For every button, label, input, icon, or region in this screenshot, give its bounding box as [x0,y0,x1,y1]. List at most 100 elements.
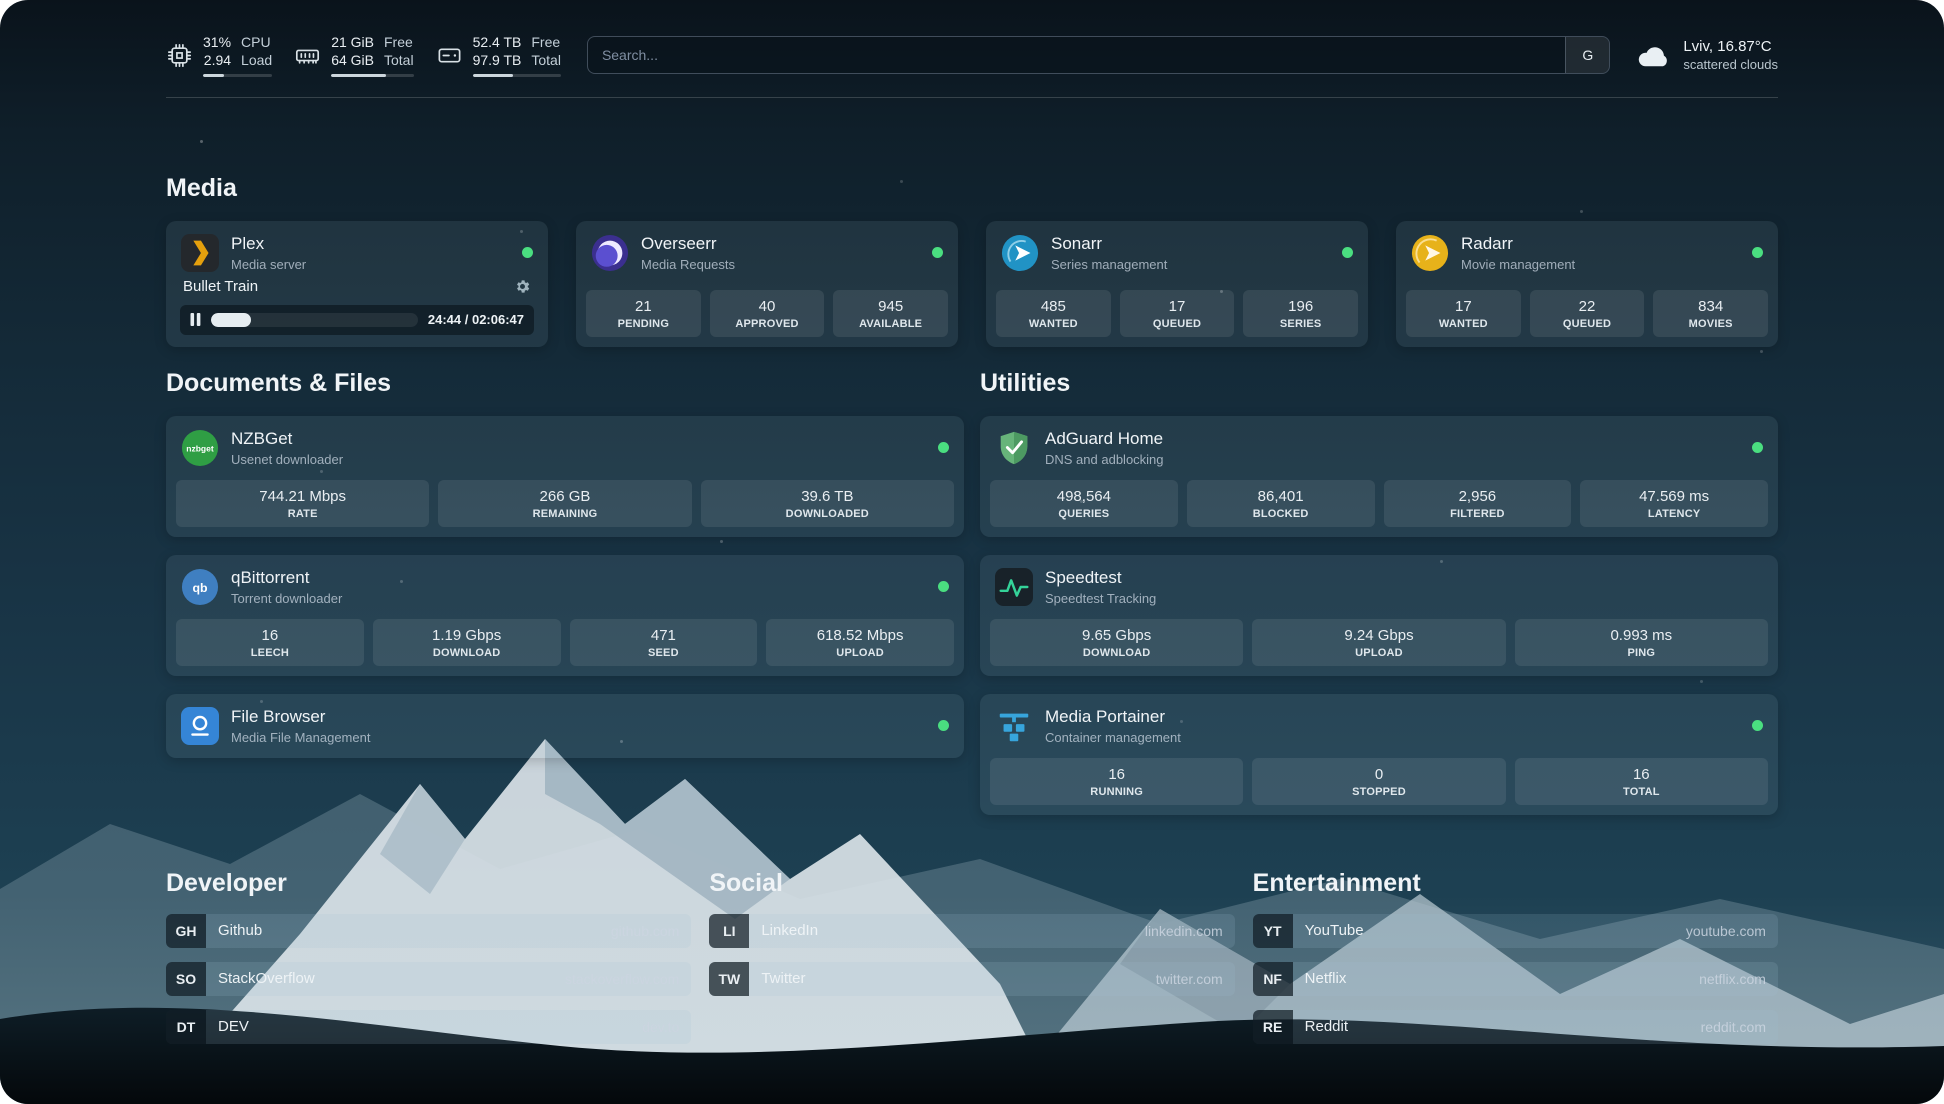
resource-values: 21 GiB 64 GiB [331,34,374,70]
stat-total: 16 TOTAL [1515,758,1768,805]
service-card-portainer[interactable]: Media Portainer Container management 16 … [980,694,1778,815]
service-name: Plex [231,234,306,254]
section-title-documents: Documents & Files [166,369,964,398]
service-card-radarr[interactable]: Radarr Movie management 17 WANTED 22 QUE… [1396,221,1778,347]
stat-available: 945 AVAILABLE [833,290,948,337]
header-divider [166,97,1778,98]
service-name: Overseerr [641,234,735,254]
weather-widget: Lviv, 16.87°C scattered clouds [1636,38,1778,72]
stat-seed: 471 SEED [570,619,758,666]
service-name: Sonarr [1051,234,1167,254]
stat-latency: 47.569 ms LATENCY [1580,480,1768,527]
top-bar: 31% 2.94 CPU Load [166,34,1778,77]
bookmark-group-social: Social LI LinkedIn linkedin.com TW Twitt… [709,869,1234,1044]
svg-text:nzbget: nzbget [186,443,214,453]
nzbget-icon: nzbget [181,429,219,467]
section-title-media: Media [166,174,1778,203]
service-card-qbittorrent[interactable]: qb qBittorrent Torrent downloader 16 [166,555,964,676]
filebrowser-icon [181,707,219,745]
service-card-sonarr[interactable]: Sonarr Series management 485 WANTED 17 Q… [986,221,1368,347]
status-dot-online [938,581,949,592]
section-title-social: Social [709,869,1234,898]
bookmark-stackoverflow[interactable]: SO StackOverflow stackoverflow.com [166,962,691,996]
bookmark-linkedin[interactable]: LI LinkedIn linkedin.com [709,914,1234,948]
status-dot-online [1752,442,1763,453]
service-name: AdGuard Home [1045,429,1164,449]
service-desc: Movie management [1461,257,1575,272]
service-card-overseerr[interactable]: Overseerr Media Requests 21 PENDING 40 A… [576,221,958,347]
service-card-adguard[interactable]: AdGuard Home DNS and adblocking 498,564 … [980,416,1778,537]
column-documents: Documents & Files nzbget NZBGet Usenet d… [166,369,964,815]
service-desc: Media Requests [641,257,735,272]
bookmark-youtube[interactable]: YT YouTube youtube.com [1253,914,1778,948]
section-title-entertainment: Entertainment [1253,869,1778,898]
stat-approved: 40 APPROVED [710,290,825,337]
service-desc: Torrent downloader [231,591,342,606]
search-bar: G [587,36,1610,74]
service-name: NZBGet [231,429,343,449]
portainer-icon [995,707,1033,745]
section-title-developer: Developer [166,869,691,898]
bookmark-group-entertainment: Entertainment YT YouTube youtube.com NF … [1253,869,1778,1044]
weather-location: Lviv, 16.87°C [1683,38,1778,55]
search-input[interactable] [588,37,1565,73]
stat-queued: 17 QUEUED [1120,290,1235,337]
qbittorrent-icon: qb [181,568,219,606]
service-desc: Media server [231,257,306,272]
service-card-speedtest[interactable]: Speedtest Speedtest Tracking 9.65 Gbps D… [980,555,1778,676]
stat-download: 9.65 Gbps DOWNLOAD [990,619,1243,666]
status-dot-online [938,442,949,453]
resource-values: 31% 2.94 [203,34,231,70]
resource-widget-memory: 21 GiB 64 GiB Free Total [294,34,413,77]
playback-time: 24:44 / 02:06:47 [428,312,524,327]
weather-condition: scattered clouds [1683,57,1778,72]
status-dot-online [522,247,533,258]
search-provider-button[interactable]: G [1565,37,1609,73]
status-dot-online [1752,720,1763,731]
homelab-dashboard: 31% 2.94 CPU Load [0,0,1944,1104]
service-card-filebrowser[interactable]: File Browser Media File Management [166,694,964,758]
resource-values: 52.4 TB 97.9 TB [473,34,522,70]
resource-widget-cpu: 31% 2.94 CPU Load [166,34,272,77]
plex-icon [181,234,219,272]
bookmark-reddit[interactable]: RE Reddit reddit.com [1253,1010,1778,1044]
sonarr-icon [1001,234,1039,272]
service-name: qBittorrent [231,568,342,588]
status-dot-online [938,720,949,731]
status-dot-online [1342,247,1353,258]
service-name: File Browser [231,707,370,727]
stat-wanted: 485 WANTED [996,290,1111,337]
now-playing-title: Bullet Train [183,278,258,295]
cpu-usage-bar [203,74,272,77]
radarr-icon [1411,234,1449,272]
stat-upload: 618.52 Mbps UPLOAD [766,619,954,666]
playback-progress-bar: 24:44 / 02:06:47 [180,305,534,335]
svg-text:qb: qb [192,581,208,595]
section-title-utilities: Utilities [980,369,1778,398]
service-card-nzbget[interactable]: nzbget NZBGet Usenet downloader 744.21 M… [166,416,964,537]
bookmark-netflix[interactable]: NF Netflix netflix.com [1253,962,1778,996]
memory-icon [294,42,321,69]
resource-widget-disk: 52.4 TB 97.9 TB Free Total [436,34,561,77]
stat-movies: 834 MOVIES [1653,290,1768,337]
status-dot-online [932,247,943,258]
adguard-icon [995,429,1033,467]
service-card-plex[interactable]: Plex Media server Bullet Train [166,221,548,347]
stat-queued: 22 QUEUED [1530,290,1645,337]
bookmark-twitter[interactable]: TW Twitter twitter.com [709,962,1234,996]
gear-icon[interactable] [514,278,531,295]
disk-icon [436,42,463,69]
bookmark-dev[interactable]: DT DEV dev.to [166,1010,691,1044]
cloud-icon [1636,41,1672,69]
cpu-icon [166,42,193,69]
bookmark-github[interactable]: GH Github github.com [166,914,691,948]
bookmark-group-developer: Developer GH Github github.com SO StackO… [166,869,691,1044]
stat-running: 16 RUNNING [990,758,1243,805]
stat-stopped: 0 STOPPED [1252,758,1505,805]
stat-blocked: 86,401 BLOCKED [1187,480,1375,527]
service-name: Speedtest [1045,568,1156,588]
service-desc: Container management [1045,730,1181,745]
stat-upload: 9.24 Gbps UPLOAD [1252,619,1505,666]
stat-filtered: 2,956 FILTERED [1384,480,1572,527]
overseerr-icon [591,234,629,272]
